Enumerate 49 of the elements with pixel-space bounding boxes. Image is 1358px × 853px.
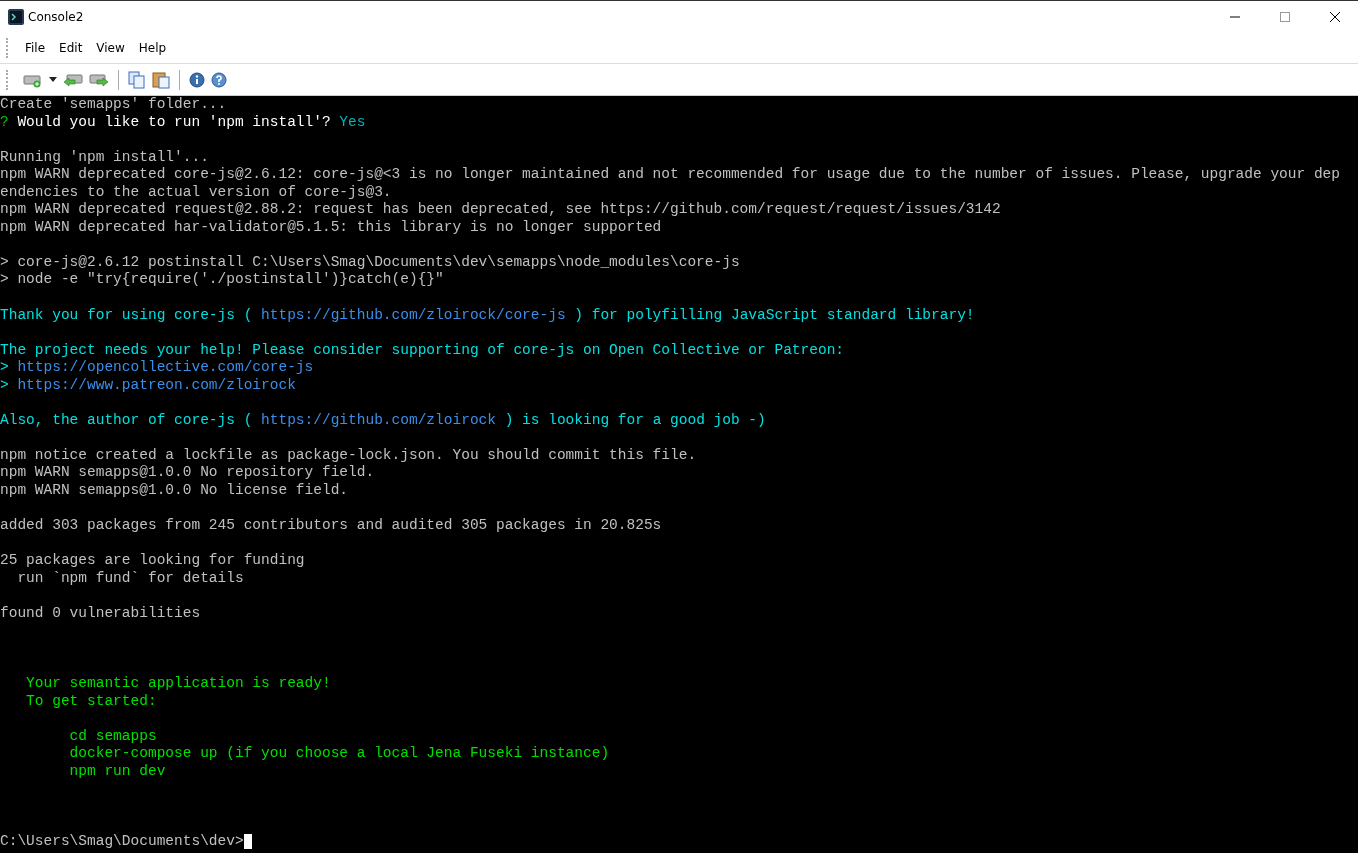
console-text: > bbox=[0, 376, 10, 393]
console-text: npm notice created a lockfile as package-lock.json. You should commit this file. bbox=[0, 446, 697, 463]
console-text: Would you like to run 'npm install'? bbox=[16, 113, 332, 130]
console-text: 25 packages are looking for funding bbox=[0, 552, 305, 569]
console-text: https://github.com/zloirock bbox=[261, 411, 496, 428]
console-text: > bbox=[0, 359, 10, 376]
menu-item[interactable]: View bbox=[89, 39, 132, 57]
console-text: https://opencollective.com/core-js bbox=[17, 359, 314, 376]
text-cursor bbox=[243, 833, 252, 849]
menu-item[interactable]: File bbox=[18, 39, 53, 57]
console-text: docker-compose up (if you choose a local Jena Fuseki instance) bbox=[68, 745, 610, 762]
console-text: > core-js@2.6.12 postinstall C:\Users\Smag\Documents\dev\semapps\node_modules\core-js bbox=[0, 253, 740, 270]
console-text: ) is looking for a good job -) bbox=[503, 411, 766, 428]
copy-button[interactable] bbox=[127, 69, 147, 90]
help-button[interactable] bbox=[210, 70, 228, 89]
maximize-icon bbox=[1280, 12, 1290, 22]
menu-item[interactable]: Edit bbox=[52, 39, 90, 57]
console-text: Running 'npm install'... bbox=[0, 148, 209, 165]
console-text: npm run dev bbox=[68, 762, 166, 779]
console-text: added 303 packages from 245 contributors and audited 305 packages in 20.825s bbox=[0, 517, 662, 534]
menu-item[interactable]: Help bbox=[131, 39, 174, 57]
console-text: npm WARN deprecated request@2.88.2: request has been deprecated, see https://github.com/request/request/issues/3142 bbox=[0, 201, 1001, 218]
dropdown-caret-button[interactable] bbox=[48, 76, 58, 83]
console-text: ) for polyfilling JavaScript standard library! bbox=[573, 306, 975, 323]
info-button[interactable] bbox=[188, 70, 206, 89]
console-text: npm WARN deprecated core-js@2.6.12: core-js@<3 is no longer maintained and not recommended for usage due to the number of issues. Please, upgrade your dep bbox=[0, 166, 1341, 183]
app-logo-icon bbox=[8, 9, 24, 25]
console-text: > node -e "try{require('./postinstall')}catch(e){}" bbox=[0, 271, 444, 288]
console-text: run `npm fund` for details bbox=[16, 569, 244, 586]
console-text: cd semapps bbox=[68, 727, 157, 744]
command-prompt: C:\Users\Smag\Documents\dev> bbox=[0, 832, 244, 849]
console-text: npm WARN semapps@1.0.0 No license field. bbox=[0, 482, 349, 499]
console-text: https://www.patreon.com/zloirock bbox=[17, 376, 296, 393]
console-text: Your semantic application is ready! bbox=[25, 675, 331, 692]
window-title: Console2 bbox=[28, 10, 85, 24]
console-text: The project needs your help! Please consider supporting of core-js on Open Collective or Patreon: bbox=[0, 341, 845, 358]
console-text: ? bbox=[0, 113, 9, 130]
console-text: Thank you for using core-js ( bbox=[0, 306, 254, 323]
close-icon bbox=[1330, 12, 1340, 22]
console-text: npm WARN deprecated har-validator@5.1.5: this library is no longer supported bbox=[0, 218, 662, 235]
console-text: npm WARN semapps@1.0.0 No repository field. bbox=[0, 464, 375, 481]
console-text: Create 'semapps' folder... bbox=[0, 96, 227, 112]
console-text: endencies to the actual version of core-js@3. bbox=[0, 183, 392, 200]
console-text: found 0 vulnerabilities bbox=[0, 604, 201, 621]
console-text: To get started: bbox=[25, 692, 157, 709]
console-text: Yes bbox=[339, 113, 366, 130]
console-text: https://github.com/zloirock/core-js bbox=[261, 306, 566, 323]
console-text: Also, the author of core-js ( bbox=[0, 411, 254, 428]
paste-button[interactable] bbox=[151, 69, 171, 90]
